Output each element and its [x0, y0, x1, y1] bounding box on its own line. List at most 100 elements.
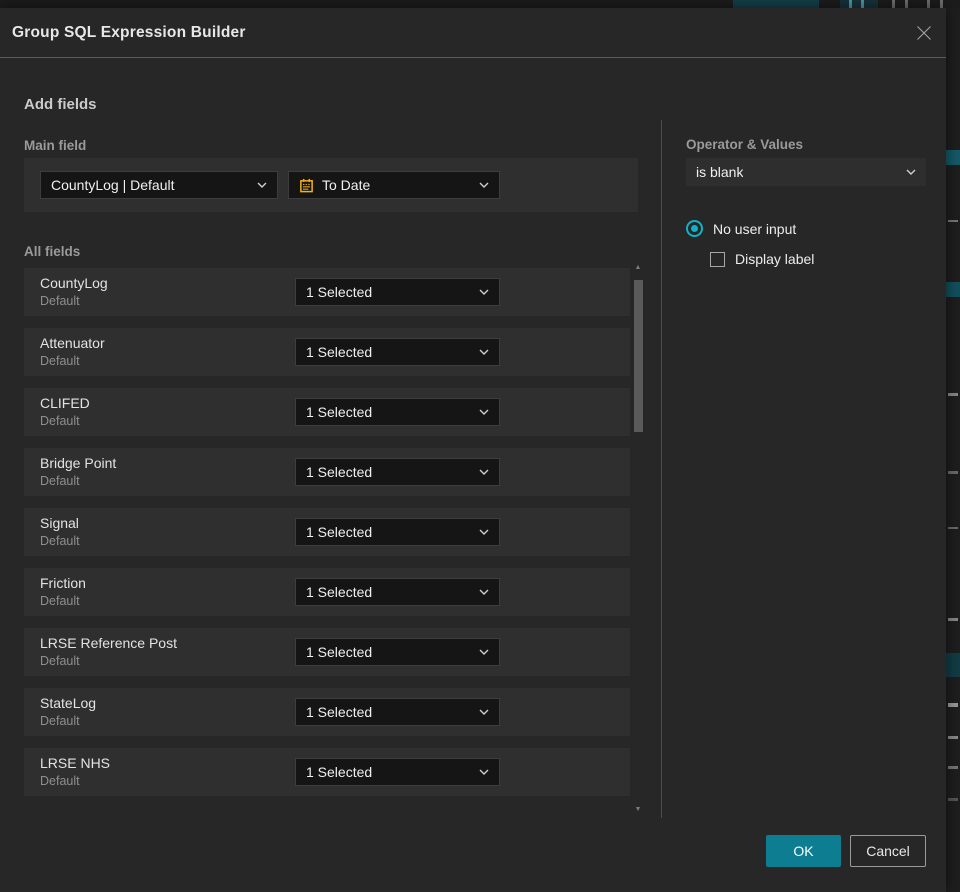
main-field-dropdown[interactable]: CountyLog | Default: [40, 171, 278, 199]
field-row: Signal Default 1 Selected: [24, 508, 630, 556]
radio-selected-icon: [686, 220, 703, 237]
scroll-down-icon[interactable]: ▼: [630, 806, 646, 814]
main-field-label: Main field: [24, 138, 87, 153]
field-subtitle: Default: [40, 534, 80, 548]
field-values-dropdown[interactable]: 1 Selected: [295, 458, 500, 486]
field-row: Attenuator Default 1 Selected: [24, 328, 630, 376]
cancel-button[interactable]: Cancel: [850, 835, 926, 867]
field-name: LRSE Reference Post: [40, 635, 177, 651]
background-fragment: [948, 703, 958, 707]
field-values-dropdown[interactable]: 1 Selected: [295, 698, 500, 726]
field-row: CLIFED Default 1 Selected: [24, 388, 630, 436]
background-fragment: [948, 527, 958, 529]
background-fragment: [948, 471, 958, 474]
field-name: StateLog: [40, 695, 97, 711]
field-type-dropdown[interactable]: To Date: [288, 171, 500, 199]
live-view-button[interactable]: Live View: [733, 0, 819, 8]
no-user-input-label: No user input: [713, 220, 797, 237]
chevron-down-icon: [479, 529, 489, 535]
background-fragment: [849, 0, 852, 8]
field-name: CLIFED: [40, 395, 90, 411]
chevron-down-icon: [479, 589, 489, 595]
background-app-top-edge: Live View: [0, 0, 960, 8]
chevron-down-icon: [479, 349, 489, 355]
background-fragment: [861, 0, 864, 8]
field-values-dropdown[interactable]: 1 Selected: [295, 578, 500, 606]
field-subtitle: Default: [40, 414, 80, 428]
field-subtitle: Default: [40, 714, 80, 728]
background-fragment: [946, 150, 960, 165]
close-icon[interactable]: [912, 21, 936, 45]
no-user-input-radio[interactable]: No user input: [686, 220, 796, 237]
operator-dropdown[interactable]: is blank: [686, 158, 926, 186]
field-row: StateLog Default 1 Selected: [24, 688, 630, 736]
field-subtitle: Default: [40, 354, 80, 368]
chevron-down-icon: [479, 649, 489, 655]
group-sql-expression-builder-dialog: Group SQL Expression Builder Add fields …: [0, 8, 946, 892]
scroll-up-icon[interactable]: ▲: [630, 264, 646, 272]
field-name: Friction: [40, 575, 86, 591]
scrollbar-thumb[interactable]: [634, 280, 643, 432]
field-name: LRSE NHS: [40, 755, 111, 771]
background-fragment: [948, 736, 958, 739]
selected-count: 1 Selected: [306, 464, 373, 480]
field-values-dropdown[interactable]: 1 Selected: [295, 758, 500, 786]
all-fields-scrollbar[interactable]: ▲ ▼: [630, 264, 646, 814]
field-values-dropdown[interactable]: 1 Selected: [295, 278, 500, 306]
field-subtitle: Default: [40, 774, 80, 788]
calendar-icon: [299, 178, 314, 193]
field-name: Attenuator: [40, 335, 105, 351]
field-values-dropdown[interactable]: 1 Selected: [295, 338, 500, 366]
background-fragment: [905, 0, 908, 8]
chevron-down-icon: [479, 769, 489, 775]
field-name: CountyLog: [40, 275, 108, 291]
field-row: LRSE NHS Default 1 Selected: [24, 748, 630, 796]
field-row: Friction Default 1 Selected: [24, 568, 630, 616]
background-fragment: [940, 0, 943, 8]
selected-count: 1 Selected: [306, 344, 373, 360]
section-title: Add fields: [24, 96, 97, 113]
background-fragment: [946, 282, 960, 297]
display-label-checkbox[interactable]: Display label: [710, 251, 814, 267]
background-fragment: [948, 393, 958, 396]
live-view-label: Live View: [749, 0, 792, 3]
background-fragment: [927, 0, 930, 8]
background-fragment: [948, 618, 958, 621]
background-fragment: [946, 653, 960, 677]
field-row: LRSE Reference Post Default 1 Selected: [24, 628, 630, 676]
background-fragment: [892, 0, 895, 8]
background-app-right-edge: [946, 8, 960, 892]
selected-count: 1 Selected: [306, 764, 373, 780]
main-field-dropdown-value: CountyLog | Default: [51, 177, 175, 193]
panel-divider: [661, 120, 662, 818]
checkbox-unchecked-icon: [710, 251, 725, 267]
selected-count: 1 Selected: [306, 584, 373, 600]
chevron-down-icon: [479, 409, 489, 415]
field-values-dropdown[interactable]: 1 Selected: [295, 398, 500, 426]
all-fields-list: CountyLog Default 1 Selected Attenuator …: [24, 268, 630, 796]
display-label-label: Display label: [735, 251, 815, 267]
selected-count: 1 Selected: [306, 644, 373, 660]
all-fields-label: All fields: [24, 244, 81, 259]
field-type-dropdown-value: To Date: [322, 177, 371, 193]
background-fragment: [948, 220, 958, 222]
dialog-header: Group SQL Expression Builder: [0, 8, 946, 58]
selected-count: 1 Selected: [306, 704, 373, 720]
field-values-dropdown[interactable]: 1 Selected: [295, 638, 500, 666]
field-name: Bridge Point: [40, 455, 117, 471]
chevron-down-icon: [479, 709, 489, 715]
operator-dropdown-value: is blank: [696, 164, 744, 180]
selected-count: 1 Selected: [306, 284, 373, 300]
field-values-dropdown[interactable]: 1 Selected: [295, 518, 500, 546]
selected-count: 1 Selected: [306, 404, 373, 420]
field-subtitle: Default: [40, 594, 80, 608]
ok-button[interactable]: OK: [766, 835, 841, 867]
chevron-down-icon: [479, 289, 489, 295]
operator-values-label: Operator & Values: [686, 137, 804, 152]
field-subtitle: Default: [40, 654, 80, 668]
main-field-container: CountyLog | Default To Date: [24, 158, 638, 212]
background-fragment: [840, 0, 878, 8]
chevron-down-icon: [479, 182, 489, 188]
dialog-title: Group SQL Expression Builder: [12, 23, 246, 41]
chevron-down-icon: [906, 169, 916, 175]
